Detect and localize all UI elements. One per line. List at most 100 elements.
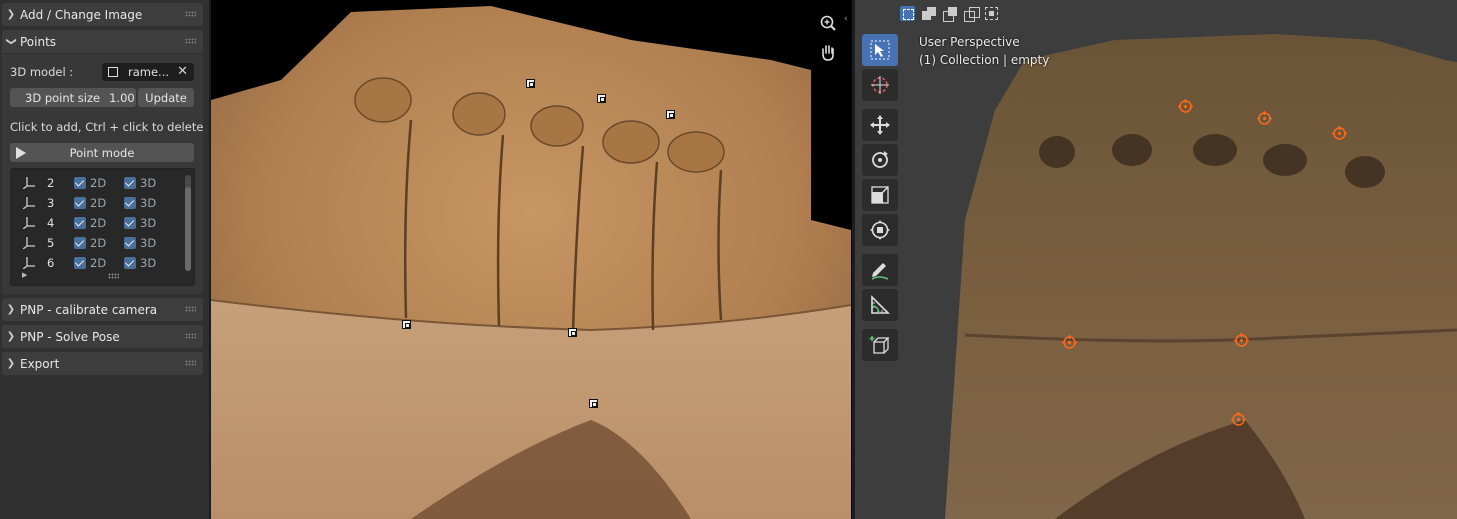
select-intersect-icon[interactable] [984, 6, 999, 21]
empty-marker-icon[interactable] [1062, 335, 1077, 350]
checkbox-2d[interactable] [74, 237, 86, 249]
rotate-tool[interactable] [862, 144, 898, 176]
checkbox-2d[interactable] [74, 257, 86, 269]
panel-export[interactable]: ❯ Export [2, 352, 203, 375]
expand-list-icon[interactable]: ▶ [22, 271, 27, 279]
points-list[interactable]: 2 2D 3D 3 2D 3D 4 2D 3D 5 2D 3D 6 2D 3D ▶ [10, 168, 195, 286]
empty-axes-icon [23, 257, 35, 269]
hint-text: Click to add, Ctrl + click to delete [10, 120, 204, 134]
panel-pnp-solve[interactable]: ❯ PNP - Solve Pose [2, 325, 203, 348]
chevron-right-icon: ❯ [6, 9, 16, 20]
rotate-icon [872, 151, 888, 168]
empty-marker-icon[interactable] [1257, 111, 1272, 126]
panel-title: Add / Change Image [20, 7, 143, 22]
collapse-arrow-icon[interactable]: ‹ [844, 14, 848, 24]
point-id: 3 [47, 196, 55, 210]
move-tool[interactable] [862, 109, 898, 141]
drag-grip-icon[interactable] [185, 306, 196, 312]
point-size-field[interactable]: 3D point size 1.00 [10, 88, 136, 107]
add-cube-icon [869, 336, 890, 354]
point-id: 6 [47, 256, 55, 270]
3d-model-render[interactable] [855, 0, 1457, 519]
clear-icon[interactable]: ✕ [177, 64, 188, 79]
measure-tool[interactable] [862, 289, 898, 321]
view-name: User Perspective [919, 35, 1020, 49]
zoom-icon[interactable] [819, 14, 837, 32]
checkbox-2d-label: 2D [90, 236, 107, 250]
select-extend-icon[interactable] [921, 6, 936, 21]
sculpture-photo[interactable] [211, 0, 852, 519]
panel-title: PNP - calibrate camera [20, 302, 158, 317]
3d-viewport[interactable]: User Perspective (1) Collection | empty [855, 0, 1457, 519]
checkbox-3d-label: 3D [140, 236, 157, 250]
model-field[interactable]: rame... ✕ [102, 63, 194, 81]
list-item[interactable]: 3 2D 3D [11, 193, 181, 213]
checkbox-3d[interactable] [124, 237, 136, 249]
drag-grip-icon[interactable] [185, 38, 196, 44]
empty-marker-icon[interactable] [1234, 333, 1249, 348]
model-label: 3D model : [10, 65, 74, 79]
chevron-right-icon: ❯ [6, 304, 16, 315]
point-marker-2d[interactable] [589, 399, 598, 408]
mesh-object-icon [108, 67, 118, 77]
panel-pnp-calibrate[interactable]: ❯ PNP - calibrate camera [2, 298, 203, 321]
empty-marker-icon[interactable] [1231, 412, 1246, 427]
empty-marker-icon[interactable] [1178, 99, 1193, 114]
list-resize-grip-icon[interactable] [108, 273, 119, 279]
chevron-down-icon: ❯ [5, 37, 17, 46]
checkbox-3d[interactable] [124, 177, 136, 189]
checkbox-3d[interactable] [124, 197, 136, 209]
image-viewer[interactable]: ‹ [211, 0, 852, 519]
checkbox-2d[interactable] [74, 177, 86, 189]
annotate-tool[interactable] [862, 254, 898, 286]
point-size-label: 3D point size [25, 90, 101, 105]
checkbox-3d-label: 3D [140, 196, 157, 210]
drag-grip-icon[interactable] [185, 360, 196, 366]
panel-add-change-image[interactable]: ❯ Add / Change Image [2, 3, 203, 26]
select-new-icon[interactable] [900, 6, 915, 21]
point-mode-button[interactable]: Point mode [10, 143, 194, 162]
scale-tool[interactable] [862, 179, 898, 211]
points-panel-body: 3D model : rame... ✕ 3D point size 1.00 … [2, 54, 203, 294]
point-marker-2d[interactable] [666, 110, 675, 119]
select-invert-icon[interactable] [963, 6, 980, 22]
panel-points[interactable]: ❯ Points [2, 30, 203, 53]
checkbox-3d[interactable] [124, 257, 136, 269]
list-item[interactable]: 2 2D 3D [11, 173, 181, 193]
point-marker-2d[interactable] [568, 328, 577, 337]
list-item[interactable]: 5 2D 3D [11, 233, 181, 253]
sidebar: ❯ Add / Change Image ❯ Points 3D model :… [0, 0, 209, 519]
list-item[interactable]: 6 2D 3D [11, 253, 181, 273]
chevron-right-icon: ❯ [6, 358, 16, 369]
drag-grip-icon[interactable] [185, 11, 196, 17]
checkbox-3d-label: 3D [140, 216, 157, 230]
point-id: 5 [47, 236, 55, 250]
collection-info: (1) Collection | empty [919, 53, 1050, 67]
empty-axes-icon [23, 237, 35, 249]
select-subtract-icon[interactable] [942, 6, 957, 22]
list-scrollbar-thumb[interactable] [185, 187, 191, 271]
chevron-right-icon: ❯ [6, 331, 16, 342]
transform-tool[interactable] [862, 214, 898, 246]
point-marker-2d[interactable] [402, 320, 411, 329]
panel-title: Points [20, 34, 57, 49]
point-marker-2d[interactable] [526, 79, 535, 88]
hand-pan-icon[interactable] [819, 44, 837, 62]
checkbox-2d[interactable] [74, 197, 86, 209]
point-id: 4 [47, 216, 55, 230]
select-box-tool[interactable] [862, 34, 898, 66]
checkbox-2d-label: 2D [90, 176, 107, 190]
point-marker-2d[interactable] [597, 94, 606, 103]
select-box-icon [870, 40, 890, 60]
checkbox-2d-label: 2D [90, 216, 107, 230]
cursor-tool[interactable] [862, 69, 898, 101]
empty-marker-icon[interactable] [1332, 126, 1347, 141]
checkbox-2d[interactable] [74, 217, 86, 229]
drag-grip-icon[interactable] [185, 333, 196, 339]
list-item[interactable]: 4 2D 3D [11, 213, 181, 233]
add-cube-tool[interactable] [862, 329, 898, 361]
point-id: 2 [47, 176, 55, 190]
update-button[interactable]: Update [138, 88, 194, 107]
checkbox-3d[interactable] [124, 217, 136, 229]
panel-title: PNP - Solve Pose [20, 329, 120, 344]
